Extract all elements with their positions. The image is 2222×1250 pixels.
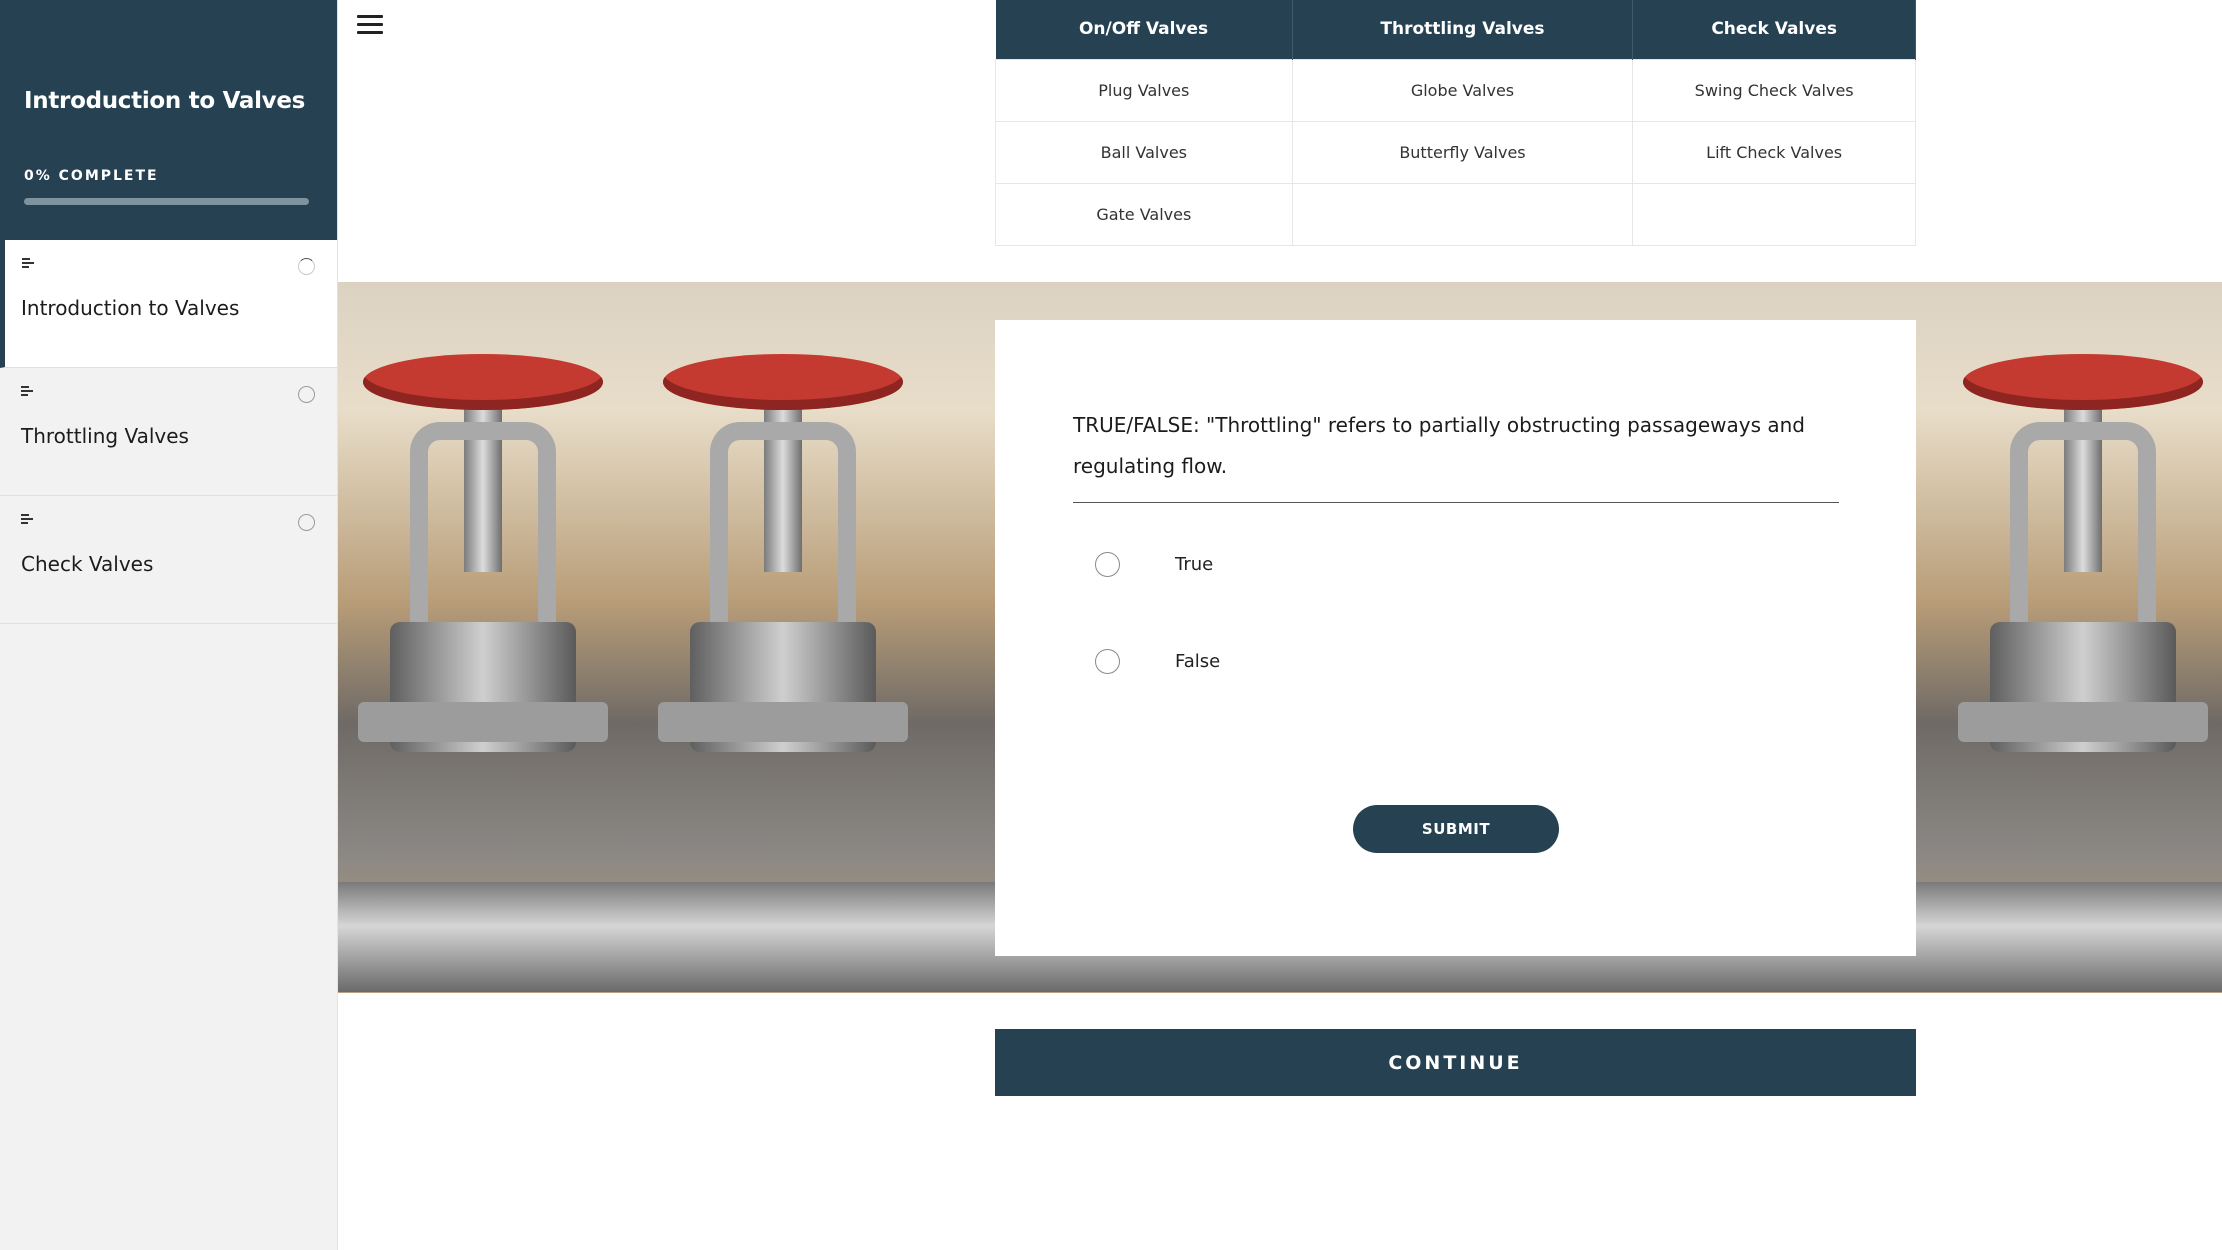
lesson-text-icon: [21, 386, 34, 396]
radio-button[interactable]: [1095, 552, 1120, 577]
progress-bar: [24, 198, 309, 205]
table-cell: Swing Check Valves: [1632, 58, 1916, 122]
quiz-option-label: False: [1175, 651, 1221, 672]
radio-button[interactable]: [1095, 649, 1120, 674]
submit-button[interactable]: SUBMIT: [1353, 805, 1559, 853]
question-divider: [1073, 502, 1839, 503]
table-row: Gate Valves: [995, 182, 1916, 246]
continue-button[interactable]: CONTINUE: [995, 1029, 1916, 1096]
progress-label: 0% COMPLETE: [24, 168, 159, 184]
table-cell: Globe Valves: [1291, 58, 1634, 122]
course-sidebar: Introduction to Valves 0% COMPLETE Intro…: [0, 0, 338, 1250]
lesson-text-icon: [21, 514, 34, 524]
table-header-cell: Throttling Valves: [1292, 0, 1634, 59]
table-row: Plug Valves Globe Valves Swing Check Val…: [995, 58, 1916, 122]
table-row: Ball Valves Butterfly Valves Lift Check …: [995, 120, 1916, 184]
lesson-status-circle-icon: [298, 514, 315, 531]
lesson-status-circle-icon: [298, 386, 315, 403]
table-cell: Butterfly Valves: [1291, 120, 1634, 184]
sidebar-item-label: Introduction to Valves: [21, 296, 240, 320]
sidebar-item-check-valves[interactable]: Check Valves: [0, 496, 337, 624]
quiz-option-label: True: [1175, 554, 1214, 575]
sidebar-item-introduction-to-valves[interactable]: Introduction to Valves: [0, 240, 337, 368]
table-cell: [1291, 182, 1634, 246]
sidebar-item-throttling-valves[interactable]: Throttling Valves: [0, 368, 337, 496]
table-header-cell: On/Off Valves: [995, 0, 1293, 59]
lesson-text-icon: [22, 258, 35, 268]
menu-hamburger-icon[interactable]: [357, 15, 383, 35]
course-title: Introduction to Valves: [24, 88, 306, 114]
lesson-progress-icon: [298, 258, 315, 275]
table-cell: Lift Check Valves: [1632, 120, 1916, 184]
quiz-card: TRUE/FALSE: "Throttling" refers to parti…: [995, 320, 1916, 956]
table-header-row: On/Off Valves Throttling Valves Check Va…: [995, 0, 1916, 59]
table-cell: Plug Valves: [995, 58, 1293, 122]
table-header-cell: Check Valves: [1632, 0, 1916, 59]
sidebar-item-label: Throttling Valves: [21, 424, 189, 448]
sidebar-header: Introduction to Valves 0% COMPLETE: [0, 0, 337, 240]
table-cell: [1632, 182, 1916, 246]
sidebar-item-label: Check Valves: [21, 552, 154, 576]
table-cell: Ball Valves: [995, 120, 1293, 184]
quiz-question: TRUE/FALSE: "Throttling" refers to parti…: [1073, 413, 1806, 478]
table-cell: Gate Valves: [995, 182, 1293, 246]
valve-types-table: On/Off Valves Throttling Valves Check Va…: [995, 0, 1916, 246]
